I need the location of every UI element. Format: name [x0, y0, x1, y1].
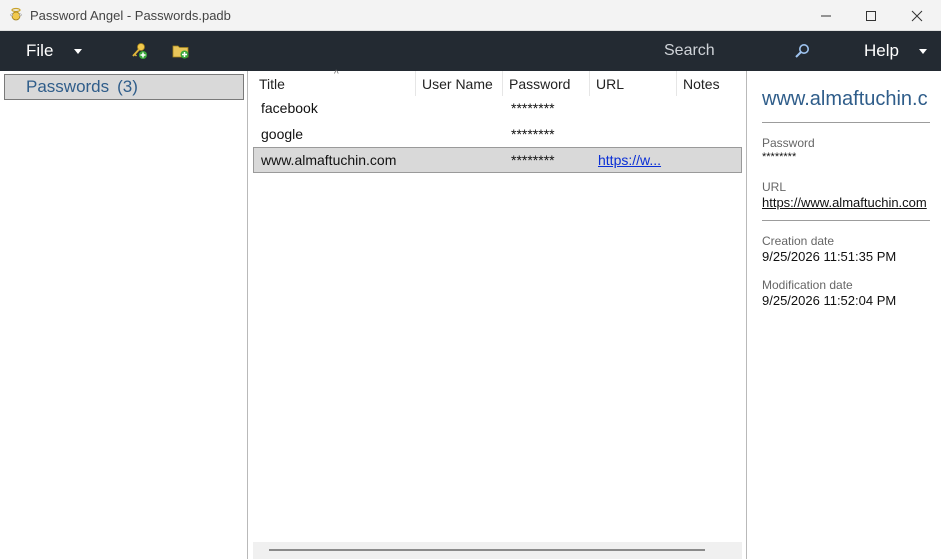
- file-menu-button[interactable]: File: [26, 31, 53, 71]
- minimize-button[interactable]: [803, 0, 849, 31]
- add-password-icon: [132, 43, 147, 59]
- add-folder-icon: [172, 45, 189, 59]
- chevron-down-icon: [919, 48, 927, 54]
- search-placeholder: Search: [664, 42, 715, 59]
- column-header-url[interactable]: URL: [590, 71, 677, 96]
- url-link[interactable]: https://www.almaftuchin.com: [762, 195, 927, 210]
- add-folder-button[interactable]: [172, 31, 190, 71]
- table-row[interactable]: www.almaftuchin.com ******** https://w..…: [253, 147, 742, 173]
- column-header-notes[interactable]: Notes: [677, 71, 742, 96]
- cell-title: facebook: [261, 100, 318, 116]
- folder-item-passwords[interactable]: Passwords (3): [4, 74, 244, 100]
- search-icon: [795, 44, 809, 58]
- toolbar: File Search Help: [0, 31, 941, 71]
- chevron-down-icon: [74, 48, 82, 54]
- folder-tree: Passwords (3): [0, 71, 248, 559]
- creation-date-label: Creation date: [762, 234, 835, 248]
- help-menu-label: Help: [864, 41, 899, 60]
- cell-title: www.almaftuchin.com: [261, 152, 397, 168]
- column-header-password[interactable]: Password: [503, 71, 590, 96]
- title-bar: Password Angel - Passwords.padb: [0, 0, 941, 31]
- column-header-label: User Name: [422, 75, 493, 92]
- close-button[interactable]: [894, 0, 940, 31]
- help-dropdown-caret[interactable]: [919, 31, 927, 71]
- add-password-button[interactable]: [130, 31, 148, 71]
- column-header-label: Password: [509, 75, 571, 92]
- window-title: Password Angel - Passwords.padb: [30, 8, 231, 23]
- maximize-button[interactable]: [848, 0, 894, 31]
- column-header-label: URL: [596, 75, 625, 92]
- column-header-label: Notes: [683, 75, 720, 92]
- password-value: ********: [762, 151, 797, 163]
- minimize-icon: [821, 15, 831, 16]
- creation-date-value: 9/25/2026 11:51:35 PM: [762, 249, 897, 264]
- url-label: URL: [762, 180, 787, 194]
- password-list: Title ^ User Name Password URL Notes fac…: [249, 69, 746, 559]
- modification-date-value: 9/25/2026 11:52:04 PM: [762, 293, 897, 308]
- table-row[interactable]: google ********: [253, 122, 742, 148]
- close-icon: [911, 10, 923, 21]
- column-header-username[interactable]: User Name: [416, 71, 503, 96]
- cell-password: ********: [511, 152, 555, 168]
- maximize-icon: [866, 10, 876, 21]
- search-input[interactable]: Search: [664, 31, 715, 71]
- cell-url-link[interactable]: https://w...: [598, 148, 678, 172]
- scrollbar-thumb[interactable]: [269, 549, 705, 551]
- password-label: Password: [762, 136, 815, 150]
- modification-date-label: Modification date: [762, 278, 853, 292]
- file-menu-label: File: [26, 41, 54, 60]
- table-row[interactable]: facebook ********: [253, 96, 742, 122]
- app-angel-icon: [9, 7, 23, 21]
- sort-ascending-icon: ^: [334, 69, 339, 80]
- cell-password: ********: [511, 100, 555, 116]
- divider: [762, 122, 930, 123]
- detail-title: www.almaftuchin.c: [762, 88, 928, 110]
- file-dropdown-caret[interactable]: [74, 31, 82, 71]
- column-header-label: Title: [259, 75, 285, 92]
- detail-panel: www.almaftuchin.c Password ******** URL …: [746, 71, 941, 559]
- divider: [762, 220, 930, 221]
- cell-password: ********: [511, 126, 555, 142]
- folder-label: Passwords: [26, 77, 110, 96]
- cell-title: google: [261, 126, 304, 142]
- folder-count: (3): [117, 77, 138, 96]
- horizontal-scrollbar[interactable]: [253, 542, 742, 559]
- search-button[interactable]: [794, 31, 810, 71]
- column-header-title[interactable]: Title ^: [253, 69, 416, 96]
- help-menu-button[interactable]: Help: [864, 31, 899, 71]
